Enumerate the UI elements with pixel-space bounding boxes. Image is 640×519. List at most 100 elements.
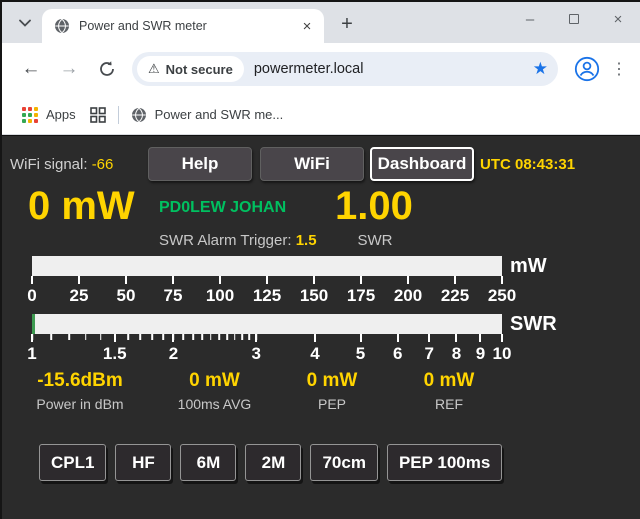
utc-clock: UTC 08:43:31 [480, 148, 575, 182]
gauge-minor-tick [68, 334, 70, 340]
swr-alarm-readout: SWR Alarm Trigger: 1.5 [159, 232, 317, 249]
power-value-main: 0 mW [28, 184, 135, 229]
gauge-major-tick [31, 334, 33, 342]
gauge-tick-label: 10 [493, 344, 512, 364]
stat-dbm-value: -15.6dBm [20, 370, 140, 392]
tab-search-chevron-icon[interactable] [12, 10, 38, 36]
browser-toolbar: ← → ⚠ Not secure powermeter.local ★ ⋮ [2, 43, 640, 95]
bookmarks-separator [118, 106, 119, 124]
reading-list-grid-icon[interactable] [90, 107, 106, 123]
power-gauge-unit: mW [510, 255, 547, 278]
reload-icon[interactable] [92, 54, 122, 84]
stat-avg-label: 100ms AVG [157, 396, 272, 412]
apps-grid-icon[interactable] [22, 107, 38, 123]
gauge-minor-tick [162, 334, 164, 340]
gauge-minor-tick [234, 334, 236, 340]
gauge-major-tick [31, 276, 33, 284]
gauge-minor-tick [218, 334, 220, 340]
warning-icon: ⚠ [148, 61, 160, 77]
gauge-tick-label: 200 [394, 286, 422, 306]
gauge-tick-label: 225 [441, 286, 469, 306]
window-controls: – × [508, 2, 640, 36]
gauge-major-tick [501, 334, 503, 342]
security-chip-label: Not secure [166, 62, 233, 77]
window-minimize-button[interactable]: – [508, 2, 552, 36]
address-bar[interactable]: ⚠ Not secure powermeter.local ★ [132, 52, 558, 86]
gauge-major-tick [479, 334, 481, 342]
gauge-minor-tick [201, 334, 203, 340]
security-chip[interactable]: ⚠ Not secure [137, 56, 244, 82]
wifi-button[interactable]: WiFi [260, 147, 364, 181]
gauge-minor-tick [249, 334, 251, 340]
bookmarks-bar: Apps Power and SWR me... [2, 95, 640, 135]
gauge-tick-label: 7 [424, 344, 433, 364]
globe-favicon-icon [54, 18, 70, 34]
gauge-major-tick [219, 276, 221, 284]
swr-value-main: 1.00 [335, 184, 413, 229]
forward-icon[interactable]: → [54, 54, 84, 84]
maximize-icon [569, 14, 579, 24]
gauge-minor-tick [100, 334, 102, 340]
stat-ref-value: 0 mW [404, 370, 494, 392]
cpl1-button[interactable]: CPL1 [39, 444, 106, 481]
gauge-minor-tick [151, 334, 153, 340]
70cm-button[interactable]: 70cm [310, 444, 377, 481]
gauge-major-tick [501, 276, 503, 284]
bookmark-star-icon[interactable]: ★ [533, 59, 548, 79]
browser-tab[interactable]: Power and SWR meter × [42, 9, 324, 43]
gauge-tick-label: 125 [253, 286, 281, 306]
gauge-tick-label: 0 [27, 286, 36, 306]
gauge-major-tick [255, 334, 257, 342]
window-maximize-button[interactable] [552, 2, 596, 36]
gauge-minor-tick [226, 334, 228, 340]
gauge-major-tick [360, 334, 362, 342]
back-icon[interactable]: ← [16, 54, 46, 84]
swr-caption: SWR [343, 232, 407, 249]
gauge-tick-label: 1.5 [103, 344, 127, 364]
gauge-tick-label: 9 [476, 344, 485, 364]
gauge-minor-tick [140, 334, 142, 340]
6m-button[interactable]: 6M [180, 444, 236, 481]
hf-button[interactable]: HF [115, 444, 171, 481]
profile-icon[interactable] [574, 56, 600, 82]
dashboard-button[interactable]: Dashboard [370, 147, 474, 181]
stat-pep-label: PEP [287, 396, 377, 412]
gauge-minor-tick [241, 334, 243, 340]
gauge-minor-tick [127, 334, 129, 340]
stat-pep-value: 0 mW [287, 370, 377, 392]
browser-menu-icon[interactable]: ⋮ [608, 55, 630, 83]
url-text[interactable]: powermeter.local [254, 61, 527, 77]
gauge-tick-label: 25 [70, 286, 89, 306]
browser-window: Power and SWR meter × + – × ← → ⚠ Not se… [0, 0, 640, 519]
gauge-major-tick [360, 276, 362, 284]
stat-dbm-label: Power in dBm [20, 396, 140, 412]
window-close-button[interactable]: × [596, 2, 640, 36]
tab-strip: Power and SWR meter × + – × [2, 2, 640, 43]
gauge-minor-tick [85, 334, 87, 340]
gauge-tick-label: 3 [252, 344, 261, 364]
new-tab-button[interactable]: + [334, 11, 360, 37]
help-button[interactable]: Help [148, 147, 252, 181]
apps-label[interactable]: Apps [46, 107, 76, 122]
gauge-major-tick [407, 276, 409, 284]
gauge-major-tick [455, 334, 457, 342]
gauge-tick-label: 250 [488, 286, 516, 306]
stat-ref: 0 mW REF [404, 370, 494, 412]
gauge-tick-label: 4 [310, 344, 319, 364]
tab-title: Power and SWR meter [79, 19, 298, 33]
gauge-major-tick [114, 334, 116, 342]
tab-close-icon[interactable]: × [298, 17, 316, 35]
gauge-tick-label: 5 [356, 344, 365, 364]
bookmark-title: Power and SWR me... [155, 107, 284, 122]
2m-button[interactable]: 2M [245, 444, 301, 481]
pep-100ms-button[interactable]: PEP 100ms [387, 444, 502, 481]
gauge-major-tick [428, 334, 430, 342]
callsign: PD0LEW JOHAN [159, 199, 286, 217]
bookmark-item[interactable]: Power and SWR me... [131, 107, 284, 123]
gauge-tick-label: 50 [117, 286, 136, 306]
power-gauge: 0255075100125150175200225250 [32, 256, 502, 306]
gauge-tick-label: 8 [452, 344, 461, 364]
swr-gauge-track [32, 314, 502, 334]
swr-gauge-tick-labels: 11.52345678910 [32, 344, 502, 364]
gauge-minor-tick [51, 334, 53, 340]
